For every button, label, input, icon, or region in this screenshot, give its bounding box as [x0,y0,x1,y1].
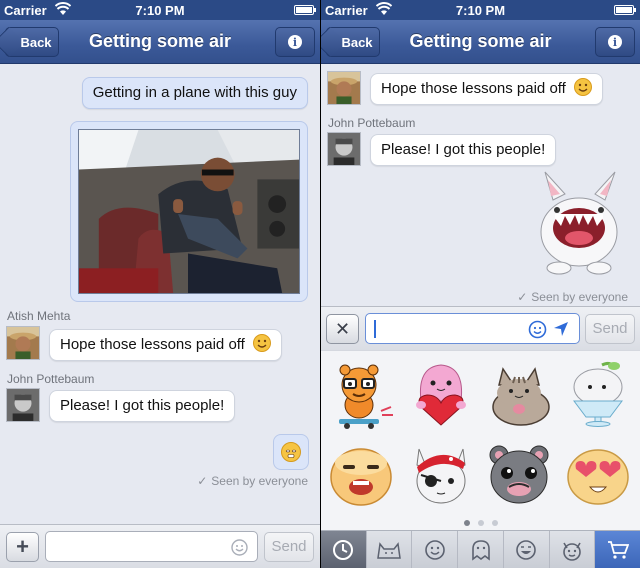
message-bubble-john[interactable]: Please! I got this people! [370,134,557,166]
smiley-emoji-icon [574,78,593,96]
emoji-picker-icon[interactable] [528,320,547,339]
message-text: Hope those lessons paid off [60,336,245,353]
devil-cat-icon [563,542,581,561]
whale-cup-sticker[interactable] [564,359,632,427]
mole-face-sticker[interactable] [485,441,553,509]
egg-face-sticker[interactable] [327,441,395,509]
photo-message[interactable] [70,121,308,302]
message-bubble-mine[interactable]: Getting in a plane with this guy [81,77,308,109]
ghost-icon [471,539,490,561]
pirate-cat-sticker[interactable] [407,439,475,507]
blushing-emoji-icon [281,442,301,462]
store-icon [607,540,629,559]
tab-cat-stickers[interactable] [367,531,413,568]
check-icon: ✓ [517,290,528,304]
smiley-icon [424,539,445,560]
emoji-sticker-message[interactable] [273,434,309,470]
back-button[interactable]: Back [326,27,380,57]
tab-smiley-stickers[interactable] [412,531,459,568]
cat-icon [377,541,401,559]
pink-blob-heart-sticker[interactable] [407,361,475,429]
info-button[interactable]: i [275,27,315,57]
nav-bar: Back Getting some air i [321,20,640,64]
message-composer: ✕ Send [321,306,640,350]
smiley-emoji-icon [253,334,272,352]
status-bar: Carrier 7:10 PM [321,0,640,20]
status-time: 7:10 PM [455,3,506,18]
grin-icon [516,539,537,560]
message-input[interactable] [365,313,580,344]
check-icon: ✓ [197,474,208,488]
seen-status: ✓ Seen by everyone [517,290,628,304]
send-button[interactable]: Send [585,314,635,344]
message-text: Hope those lessons paid off [381,80,566,97]
avatar[interactable] [327,71,361,105]
avatar[interactable] [6,388,40,422]
seen-status: ✓ Seen by everyone [197,474,308,488]
tab-sticker-store[interactable] [595,531,640,568]
tiger-skateboard-sticker[interactable] [327,361,395,429]
sticker-tray [321,350,640,530]
screaming-rabbit-sticker[interactable] [531,170,627,278]
airplane-cockpit-photo [78,129,300,294]
tab-recent[interactable] [321,531,367,568]
message-composer: + Send [0,524,320,568]
avatar[interactable] [327,132,361,166]
message-input[interactable] [45,531,258,562]
avatar[interactable] [6,326,40,360]
battery-icon [294,5,316,15]
info-button[interactable]: i [595,27,635,57]
message-bubble-atish[interactable]: Hope those lessons paid off [49,329,283,361]
info-icon: i [608,35,622,49]
right-phone-screen: Carrier 7:10 PM Back Getting some air i … [321,0,640,568]
sender-name: Atish Mehta [7,309,71,323]
message-bubble-john[interactable]: Please! I got this people! [49,390,236,422]
recent-icon [333,539,354,560]
close-stickers-button[interactable]: ✕ [326,314,359,344]
nav-bar: Back Getting some air i [0,20,320,64]
heart-eyes-face-sticker[interactable] [564,441,632,509]
pusheen-cat-sticker[interactable] [485,361,553,429]
add-attachment-button[interactable]: + [6,532,39,562]
text-cursor [374,320,376,338]
battery-icon [614,5,636,15]
tab-grin-stickers[interactable] [504,531,550,568]
info-icon: i [288,35,302,49]
status-bar: Carrier 7:10 PM [0,0,320,20]
back-button[interactable]: Back [5,27,59,57]
sticker-page-indicator[interactable] [321,513,640,531]
message-bubble-atish[interactable]: Hope those lessons paid off [370,73,604,105]
location-arrow-icon[interactable] [553,321,569,337]
tab-ghost-stickers[interactable] [458,531,504,568]
left-phone-screen: Carrier 7:10 PM Back Getting some air i … [0,0,320,568]
sticker-tab-bar [321,530,640,568]
tab-devil-cat-stickers[interactable] [550,531,596,568]
sender-name: John Pottebaum [328,116,416,130]
sender-name: John Pottebaum [7,372,95,386]
status-time: 7:10 PM [135,3,185,18]
send-button[interactable]: Send [264,532,314,562]
emoji-picker-icon[interactable] [231,539,248,556]
